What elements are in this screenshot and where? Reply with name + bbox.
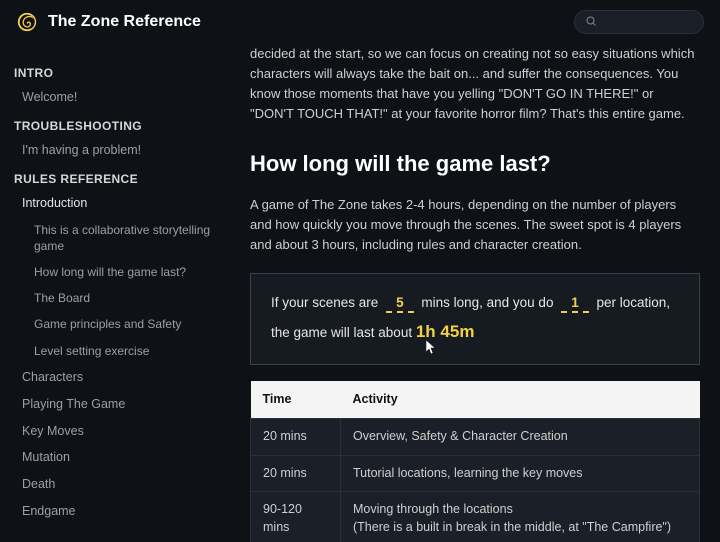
table-row: 90-120 mins Moving through the locations… [251, 492, 700, 542]
cell-activity: Overview, Safety & Character Creation [341, 419, 700, 456]
th-activity: Activity [341, 381, 700, 419]
spiral-logo-icon [16, 11, 38, 33]
cell-activity: Tutorial locations, learning the key mov… [341, 455, 700, 492]
sidebar-item-problem[interactable]: I'm having a problem! [10, 137, 220, 164]
search-input[interactable] [603, 15, 693, 29]
sidebar-item-playing[interactable]: Playing The Game [10, 391, 220, 418]
duration-result: 1h 45m [416, 322, 475, 341]
th-time: Time [251, 381, 341, 419]
sidebar-item-death[interactable]: Death [10, 471, 220, 498]
main-content: decided at the start, so we can focus on… [230, 44, 720, 542]
brand: The Zone Reference [16, 11, 201, 33]
sidebar-item-welcome[interactable]: Welcome! [10, 84, 220, 111]
sidebar: INTRO Welcome! TROUBLESHOOTING I'm havin… [0, 44, 230, 542]
cell-time: 20 mins [251, 455, 341, 492]
sidebar-item-characters[interactable]: Characters [10, 364, 220, 391]
sidebar-item-level-setting[interactable]: Level setting exercise [10, 338, 220, 364]
sidebar-section-intro: INTRO [10, 58, 220, 84]
section-heading: How long will the game last? [250, 147, 700, 181]
cell-activity: Moving through the locations (There is a… [341, 492, 700, 542]
sidebar-item-endgame[interactable]: Endgame [10, 498, 220, 525]
table-row: 20 mins Overview, Safety & Character Cre… [251, 419, 700, 456]
table-row: 20 mins Tutorial locations, learning the… [251, 455, 700, 492]
sidebar-item-how-long[interactable]: How long will the game last? [10, 259, 220, 285]
duration-calculator: If your scenes are 5 mins long, and you … [250, 273, 700, 365]
sidebar-item-mutation[interactable]: Mutation [10, 444, 220, 471]
calc-text: the game will last about [271, 325, 412, 340]
cell-time: 90-120 mins [251, 492, 341, 542]
calc-text: If your scenes are [271, 295, 378, 310]
header: The Zone Reference [0, 0, 720, 44]
per-location-input[interactable]: 1 [561, 295, 589, 313]
sidebar-item-board[interactable]: The Board [10, 285, 220, 311]
sidebar-section-troubleshooting: TROUBLESHOOTING [10, 111, 220, 137]
sidebar-section-rules: RULES REFERENCE [10, 164, 220, 190]
intro-paragraph: decided at the start, so we can focus on… [250, 44, 700, 125]
body-paragraph: A game of The Zone takes 2-4 hours, depe… [250, 195, 700, 255]
sidebar-item-collab-story[interactable]: This is a collaborative storytelling gam… [10, 217, 220, 259]
sidebar-item-introduction[interactable]: Introduction [10, 190, 220, 217]
site-title: The Zone Reference [48, 13, 201, 31]
search-icon [585, 15, 597, 30]
scene-length-input[interactable]: 5 [386, 295, 414, 313]
search-box[interactable] [574, 10, 704, 34]
cell-time: 20 mins [251, 419, 341, 456]
duration-table: Time Activity 20 mins Overview, Safety &… [250, 381, 700, 542]
calc-text: per location, [597, 295, 671, 310]
sidebar-item-principles[interactable]: Game principles and Safety [10, 311, 220, 337]
calc-text: mins long, and you do [421, 295, 553, 310]
cursor-icon [426, 340, 438, 356]
sidebar-item-key-moves[interactable]: Key Moves [10, 418, 220, 445]
